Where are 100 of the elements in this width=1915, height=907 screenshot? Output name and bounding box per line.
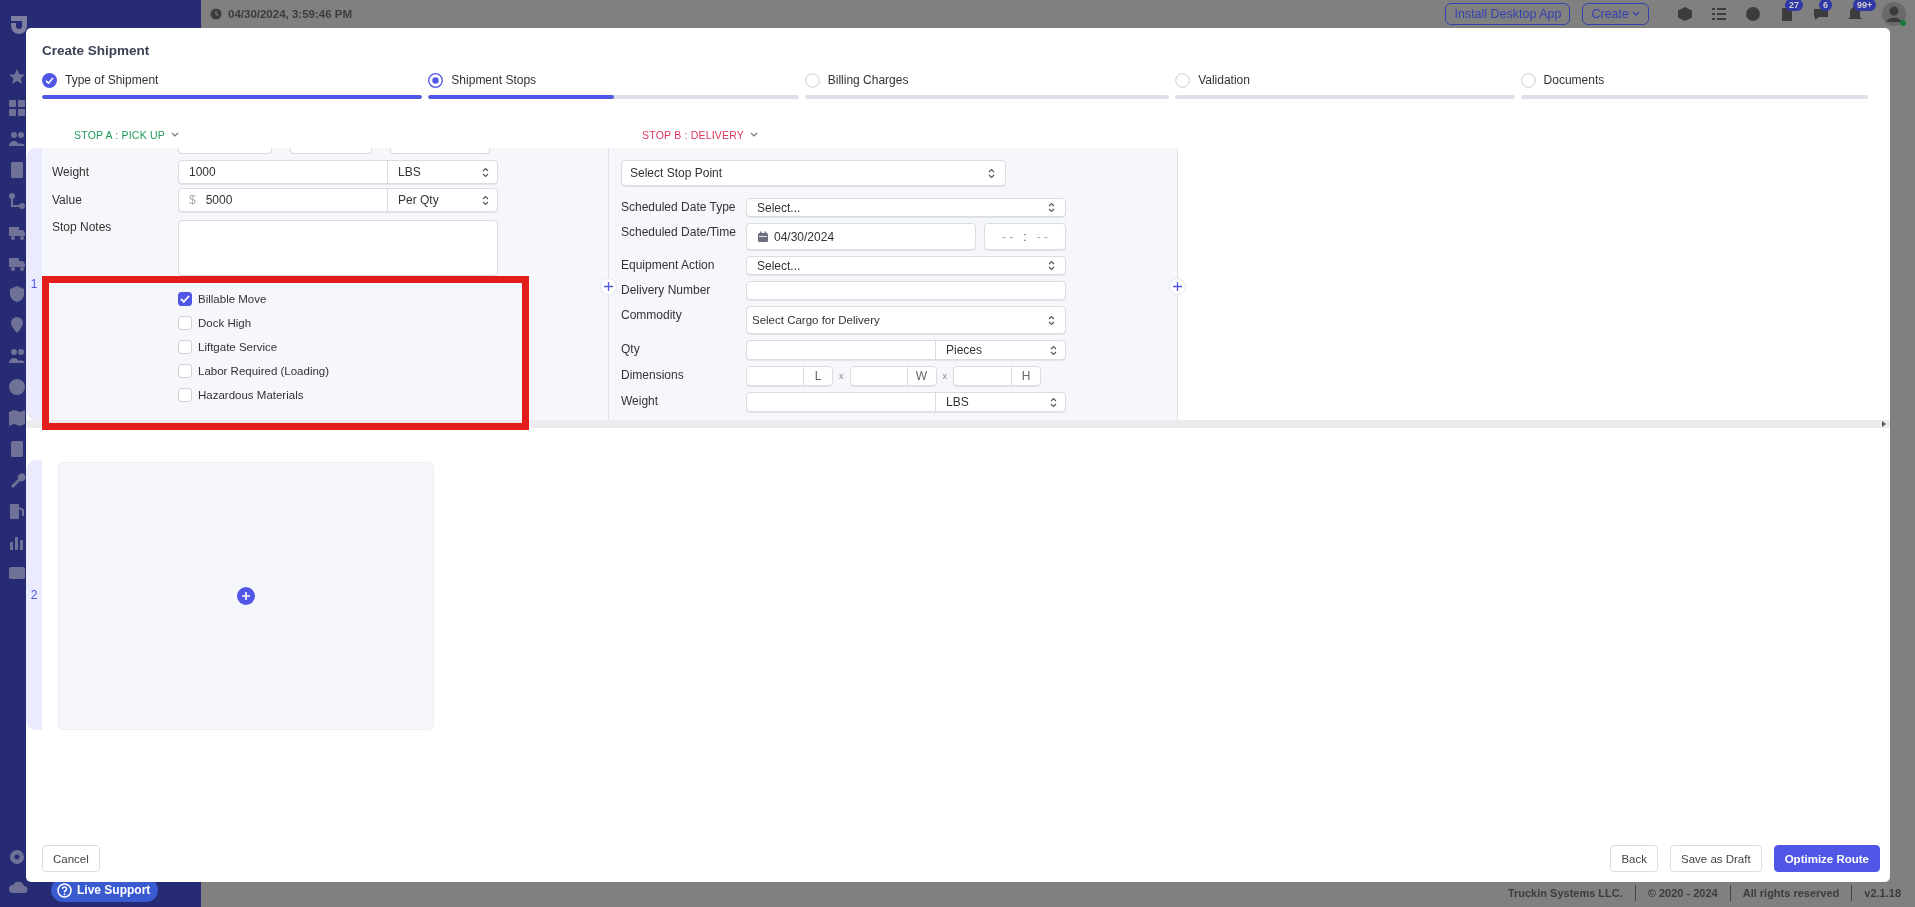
cancel-button[interactable]: Cancel xyxy=(42,845,100,872)
field-label: Dimensions xyxy=(621,367,684,382)
unit-suffix: L xyxy=(803,367,832,385)
action-button[interactable]: Back xyxy=(1610,845,1658,872)
footer-text: © 2020 - 2024 xyxy=(1634,885,1730,901)
horizontal-scrollbar[interactable] xyxy=(26,420,1890,428)
people-icon xyxy=(8,130,26,148)
select-field[interactable]: Select... xyxy=(746,256,1066,275)
updown-chevron-icon xyxy=(1050,396,1057,408)
card-icon xyxy=(8,564,26,582)
field-value: 1000 xyxy=(189,165,216,179)
step-label[interactable]: Billing Charges xyxy=(827,73,909,87)
field-label: Qty xyxy=(621,341,640,356)
unit-select[interactable]: LBS xyxy=(935,393,1065,411)
field-label: Weight xyxy=(52,165,90,179)
stop-header[interactable]: STOP B : DELIVERY xyxy=(642,128,759,142)
unit-select[interactable]: Pieces xyxy=(935,341,1065,359)
updown-chevron-icon xyxy=(482,166,489,178)
checkmark-icon xyxy=(180,295,190,303)
people-icon xyxy=(8,347,26,365)
modal-title: Create Shipment xyxy=(42,42,150,60)
step-label[interactable]: Documents xyxy=(1543,73,1605,87)
minute-placeholder: - - xyxy=(1036,229,1048,244)
checklist-icon[interactable] xyxy=(1711,6,1727,22)
clipboard-icon[interactable] xyxy=(1779,6,1795,22)
calendar-icon xyxy=(757,230,769,243)
field-value: 5000 xyxy=(205,193,233,207)
location-pin-icon xyxy=(8,316,26,334)
unit-suffix: H xyxy=(1011,367,1040,385)
scroll-right-arrow-icon xyxy=(1882,421,1886,427)
time-colon: : xyxy=(1023,229,1027,244)
date-field[interactable]: 04/30/2024 xyxy=(746,223,976,250)
checkbox-label: Hazardous Materials xyxy=(198,389,304,401)
map-icon xyxy=(8,409,26,427)
updown-chevron-icon xyxy=(1048,314,1055,326)
field-label: Scheduled Date Type xyxy=(621,199,736,214)
input-field[interactable] xyxy=(290,148,372,154)
input-field[interactable]: H xyxy=(953,366,1041,386)
updown-chevron-icon xyxy=(1050,344,1057,356)
unit-suffix: W xyxy=(906,367,936,385)
select-field[interactable]: Select... xyxy=(746,198,1066,217)
step-label[interactable]: Shipment Stops xyxy=(451,73,537,87)
input-field[interactable]: L xyxy=(746,366,833,386)
box-icon[interactable] xyxy=(1677,6,1693,22)
timestamp: 04/30/2024, 3:59:46 PM xyxy=(228,8,353,20)
cloud-icon xyxy=(8,879,28,895)
avatar-icon[interactable] xyxy=(1881,1,1907,27)
currency-symbol: $ xyxy=(189,193,196,207)
checkbox[interactable] xyxy=(178,292,192,306)
updown-chevron-icon xyxy=(1048,260,1055,271)
step-label[interactable]: Validation xyxy=(1198,73,1250,87)
stop-header[interactable]: STOP A : PICK UP xyxy=(74,128,179,142)
unit-select[interactable]: Per Qty xyxy=(387,189,497,211)
checkbox-label: Labor Required (Loading) xyxy=(198,365,330,377)
input-field[interactable]: Pieces xyxy=(746,340,1066,360)
updown-chevron-icon xyxy=(1048,202,1055,213)
row-number: 2 xyxy=(30,588,38,602)
footer-text: Truckin Systems LLC. xyxy=(1506,886,1624,901)
notification-badge: 99+ xyxy=(1853,0,1877,11)
grid-icon xyxy=(8,99,26,117)
add-icon[interactable] xyxy=(237,587,255,605)
checkbox-label: Liftgate Service xyxy=(198,341,278,353)
notification-badge: 27 xyxy=(1785,0,1803,11)
row-number: 1 xyxy=(30,277,38,291)
document-icon xyxy=(8,440,26,458)
field-label: Delivery Number xyxy=(621,282,711,297)
action-button[interactable]: Save as Draft xyxy=(1670,845,1762,872)
clock-icon xyxy=(210,8,222,20)
time-field[interactable]: - - : - - xyxy=(984,223,1066,250)
document-icon xyxy=(8,161,26,179)
chat-icon[interactable] xyxy=(1813,6,1829,22)
add-stop-icon[interactable] xyxy=(600,278,617,295)
updown-chevron-icon xyxy=(988,167,995,179)
input-field[interactable]: $ 5000 Per Qty xyxy=(178,188,498,212)
checkbox-label: Dock High xyxy=(198,317,252,329)
primary-button[interactable]: Optimize Route xyxy=(1773,845,1880,872)
input-field[interactable]: 1000 LBS xyxy=(178,160,498,184)
chevron-down-icon xyxy=(750,132,759,138)
select-field[interactable]: Select Cargo for Delivery xyxy=(746,306,1066,334)
fuel-pump-icon xyxy=(8,502,26,520)
input-field[interactable]: LBS xyxy=(746,392,1066,412)
route-icon xyxy=(8,192,26,210)
shield-icon xyxy=(8,285,26,303)
footer-text: v2.1.18 xyxy=(1851,885,1913,901)
step-label[interactable]: Type of Shipment xyxy=(65,73,159,87)
times-sign: x xyxy=(839,371,844,381)
times-sign: x xyxy=(942,371,947,381)
footer-text: All rights reserved xyxy=(1729,885,1852,901)
field-label: Value xyxy=(52,193,82,207)
input-field[interactable] xyxy=(178,148,272,154)
input-field[interactable] xyxy=(746,281,1066,300)
input-field[interactable]: W xyxy=(849,366,937,386)
chevron-down-icon xyxy=(170,132,179,138)
add-stop-icon[interactable] xyxy=(1169,278,1186,295)
star-icon xyxy=(8,68,26,86)
field-label: Stop Notes xyxy=(52,220,112,236)
stop-point-select[interactable]: Select Stop Point xyxy=(621,160,1006,186)
unit-select[interactable]: LBS xyxy=(387,161,497,183)
hour-placeholder: - - xyxy=(1002,229,1014,244)
input-field[interactable] xyxy=(390,148,490,154)
